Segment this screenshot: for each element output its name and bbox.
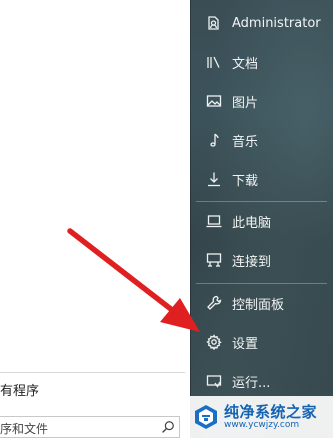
menu-item-music[interactable]: 音乐 [190, 121, 333, 159]
watermark: 纯净系统之家 www.ycwjzy.com [188, 396, 333, 438]
menu-item-label: 此电脑 [232, 215, 272, 231]
menu-item-label: Administrator [232, 15, 321, 31]
menu-item-label: 连接到 [232, 254, 272, 270]
gear-icon [205, 333, 223, 351]
brand-logo-icon [195, 405, 217, 429]
watermark-title: 纯净系统之家 [224, 402, 318, 421]
menu-item-label: 文档 [232, 56, 259, 72]
menu-item-pictures[interactable]: 图片 [190, 82, 333, 120]
divider [0, 372, 185, 373]
menu-item-connect-to[interactable]: 连接到 [190, 241, 333, 279]
pictures-icon [205, 92, 223, 110]
wrench-icon [205, 294, 223, 312]
menu-item-downloads[interactable]: 下载 [190, 160, 333, 198]
menu-item-label: 图片 [232, 95, 259, 111]
documents-icon [205, 53, 223, 71]
menu-item-label: 下载 [232, 173, 259, 189]
computer-icon [205, 212, 223, 230]
menu-item-label: 音乐 [232, 134, 259, 150]
user-icon [205, 14, 223, 32]
menu-item-settings[interactable]: 设置 [190, 323, 333, 361]
menu-item-documents[interactable]: 文档 [190, 43, 333, 81]
menu-item-run[interactable]: 运行... [190, 362, 333, 400]
menu-item-label: 运行... [232, 375, 271, 391]
run-icon [205, 372, 223, 390]
menu-item-label: 控制面板 [232, 297, 285, 313]
music-icon [205, 131, 223, 149]
menu-item-this-pc[interactable]: 此电脑 [190, 202, 333, 240]
search-placeholder: 序和文件 [0, 422, 49, 436]
all-programs-link[interactable]: 有程序 [0, 380, 39, 399]
search-input[interactable]: 序和文件 [0, 416, 180, 438]
search-icon[interactable] [161, 420, 175, 434]
download-icon [205, 170, 223, 188]
start-menu-left-pane: 有程序 序和文件 [0, 0, 190, 438]
menu-item-control-panel[interactable]: 控制面板 [190, 284, 333, 322]
menu-item-label: 设置 [232, 336, 259, 352]
watermark-url: www.ycwjzy.com [224, 419, 300, 430]
menu-item-administrator[interactable]: Administrator [190, 4, 333, 42]
connect-icon [205, 251, 223, 269]
start-menu-right-pane: Administrator 文档 图片 音乐 下载 此电脑 连接到 控制面板 设… [190, 0, 333, 438]
